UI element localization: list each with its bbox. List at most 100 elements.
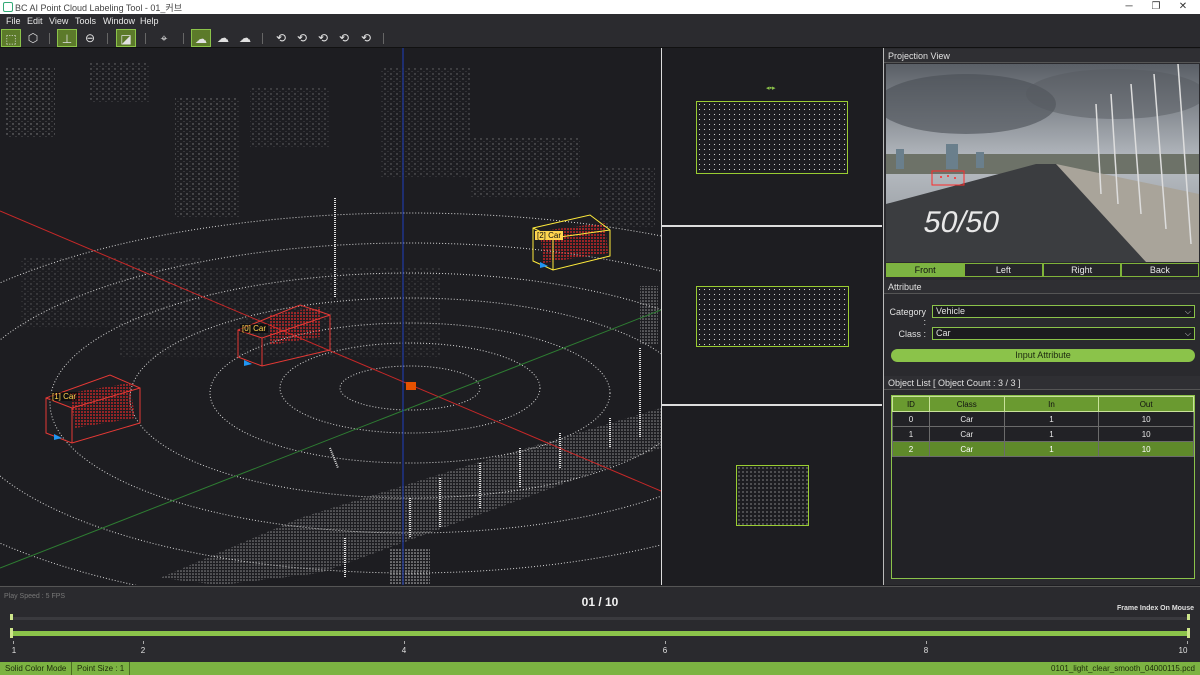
- app-icon: [3, 2, 13, 12]
- cloud-all-icon[interactable]: ☁: [235, 29, 255, 47]
- toolbar-separator: [107, 33, 108, 44]
- bbox-label-0: [0] Car: [240, 324, 269, 333]
- move-handle-icon[interactable]: ◂▪▸: [766, 84, 776, 92]
- table-row[interactable]: 1 Car 1 10: [892, 426, 1194, 442]
- input-attribute-button[interactable]: Input Attribute: [891, 349, 1195, 362]
- projection-header: Projection View: [884, 49, 1200, 63]
- object-list: ID Class In Out 0 Car 1 10 1 Car 1 10 2 …: [891, 395, 1195, 579]
- cell-in: 1: [1003, 441, 1100, 457]
- status-bar: Solid Color Mode Point Size : 1 0101_lig…: [0, 662, 1200, 675]
- tab-right[interactable]: Right: [1042, 263, 1121, 277]
- toolbar-separator: [183, 33, 184, 44]
- table-row-selected[interactable]: 2 Car 1 10: [892, 441, 1194, 457]
- toolbar-separator: [145, 33, 146, 44]
- tab-left[interactable]: Left: [964, 263, 1043, 277]
- range-start-handle[interactable]: [10, 614, 13, 620]
- toolbar-separator: [383, 33, 384, 44]
- side-view-box: [696, 286, 849, 347]
- sphere-icon[interactable]: ⊖: [80, 29, 100, 47]
- frame-slider[interactable]: [10, 631, 1190, 636]
- box-front-icon[interactable]: ⬚: [1, 29, 21, 47]
- menu-edit[interactable]: Edit: [27, 16, 43, 26]
- bbox-label-1: [1] Car: [50, 392, 79, 401]
- range-track[interactable]: [10, 617, 1190, 620]
- frame-counter: 01 / 10: [581, 595, 619, 609]
- toolbar-separator: [49, 33, 50, 44]
- menu-file[interactable]: File: [6, 16, 21, 26]
- bbox-car-2[interactable]: [532, 214, 611, 271]
- frame-slider-start-handle[interactable]: [10, 628, 13, 638]
- top-view-box: [696, 101, 848, 174]
- column-class[interactable]: Class: [928, 396, 1005, 412]
- view-divider: [661, 48, 662, 585]
- column-id[interactable]: ID: [892, 396, 930, 412]
- tick-mark: [143, 641, 144, 644]
- category-select[interactable]: Vehicle ⌵: [932, 305, 1195, 318]
- table-row[interactable]: 0 Car 1 10: [892, 411, 1194, 427]
- rotate-x2-icon[interactable]: ⟲: [313, 29, 333, 47]
- tab-front[interactable]: Front: [886, 263, 965, 277]
- category-label: Category :: [889, 307, 926, 327]
- class-value: Car: [936, 328, 951, 338]
- tick-mark: [1187, 641, 1188, 644]
- tick-label: 10: [1178, 646, 1188, 655]
- play-speed: Play Speed : 5 FPS: [4, 593, 66, 600]
- cell-out: 10: [1098, 411, 1194, 427]
- color-mode-status: Solid Color Mode: [0, 662, 73, 675]
- cell-id: 2: [892, 441, 930, 457]
- cell-out: 10: [1098, 441, 1194, 457]
- side-view[interactable]: [662, 227, 882, 406]
- tick-mark: [404, 641, 405, 644]
- toolbar: ⬚ ⬡ ⊥ ⊖ ◪ ⌖ ☁ ☁ ☁ ⟲ ⟲ ⟲ ⟲ ⟲: [0, 28, 1200, 48]
- rotate-y-icon[interactable]: ⟲: [334, 29, 354, 47]
- class-label: Class :: [898, 329, 926, 339]
- tick-label: 2: [140, 646, 146, 655]
- tick-label: 1: [11, 646, 17, 655]
- category-value: Vehicle: [936, 306, 966, 316]
- menu-view[interactable]: View: [49, 16, 68, 26]
- range-end-handle[interactable]: [1187, 614, 1190, 620]
- frame-mode-label: Frame Index On Mouse: [1116, 605, 1194, 612]
- frame-slider-end-handle[interactable]: [1187, 628, 1190, 638]
- tick-mark: [926, 641, 927, 644]
- box-3d-icon[interactable]: ⬡: [23, 29, 43, 47]
- column-out[interactable]: Out: [1098, 396, 1194, 412]
- projection-image: 50/50: [886, 64, 1199, 262]
- cell-in: 1: [1003, 411, 1100, 427]
- ruler-icon[interactable]: ◪: [116, 29, 136, 47]
- ortho-views: ◂▪▸: [661, 48, 882, 585]
- tick-mark: [13, 641, 14, 644]
- class-select[interactable]: Car ⌵: [932, 327, 1195, 340]
- rotate-t-icon[interactable]: ⟲: [271, 29, 291, 47]
- cell-class: Car: [928, 426, 1005, 442]
- right-panel: Projection View 50/50 Front Left Right B…: [883, 48, 1200, 585]
- object-list-header: Object List [ Object Count : 3 / 3 ]: [884, 376, 1200, 390]
- axis-icon[interactable]: ⊥: [57, 29, 77, 47]
- chevron-down-icon: ⌵: [1184, 329, 1191, 338]
- close-button[interactable]: ✕: [1166, 0, 1200, 14]
- rotate-y2-icon[interactable]: ⟲: [356, 29, 376, 47]
- cell-id: 1: [892, 426, 930, 442]
- window-title: BC AI Point Cloud Labeling Tool - 01_커브: [15, 3, 182, 13]
- top-view[interactable]: ◂▪▸: [662, 48, 882, 227]
- column-in[interactable]: In: [1003, 396, 1100, 412]
- cloud-r-icon[interactable]: ☁: [213, 29, 233, 47]
- projection-tabs: Front Left Right Back: [886, 263, 1199, 277]
- point-cloud-3d-view[interactable]: [0] Car [1] Car [2] Car: [0, 48, 661, 585]
- cell-class: Car: [928, 441, 1005, 457]
- cursor-select-icon[interactable]: ⌖: [154, 29, 174, 47]
- menu-help[interactable]: Help: [140, 16, 159, 26]
- tick-mark: [665, 641, 666, 644]
- tab-back[interactable]: Back: [1120, 263, 1199, 277]
- cell-id: 0: [892, 411, 930, 427]
- rear-view[interactable]: [662, 406, 882, 585]
- cloud-green-icon[interactable]: ☁: [191, 29, 211, 47]
- chevron-down-icon: ⌵: [1184, 307, 1191, 316]
- rotate-x-icon[interactable]: ⟲: [292, 29, 312, 47]
- cell-in: 1: [1003, 426, 1100, 442]
- tick-label: 8: [923, 646, 929, 655]
- menu-window[interactable]: Window: [103, 16, 135, 26]
- title-bar: BC AI Point Cloud Labeling Tool - 01_커브 …: [0, 0, 1200, 14]
- menu-tools[interactable]: Tools: [75, 16, 96, 26]
- point-cloud-canvas[interactable]: [0, 48, 661, 585]
